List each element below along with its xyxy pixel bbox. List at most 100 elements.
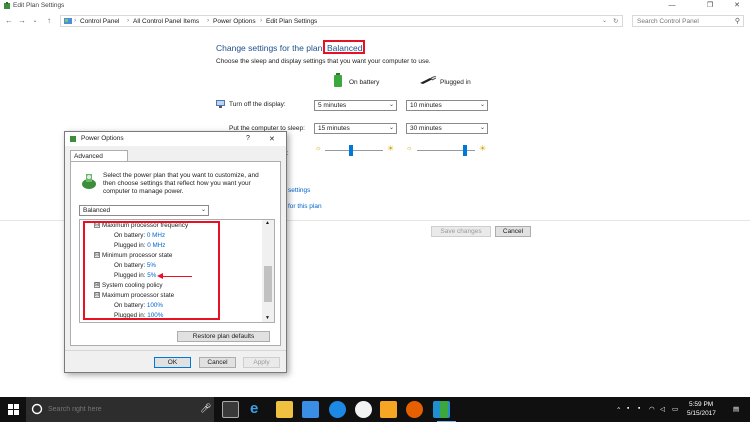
scroll-up-icon[interactable]: ▲ — [265, 220, 270, 226]
brightness-battery-slider[interactable] — [325, 145, 383, 156]
breadcrumb-all-items[interactable]: All Control Panel Items — [133, 18, 199, 25]
window-titlebar: Edit Plan Settings — ❐ ✕ — [0, 0, 750, 13]
window-title: Edit Plan Settings — [13, 2, 65, 9]
chevron-down-icon[interactable]: ⌄ — [602, 17, 607, 24]
notification-icon[interactable]: ▤ — [733, 405, 739, 413]
control-panel-icon — [64, 18, 72, 24]
display-plugged-select[interactable]: 10 minutes ⌄ — [406, 100, 488, 111]
breadcrumb-power-options[interactable]: Power Options — [213, 18, 256, 25]
power-options-icon — [70, 136, 76, 142]
page-heading: Change settings for the plan: — [216, 43, 325, 53]
file-explorer-icon[interactable] — [276, 401, 293, 418]
dialog-description: Select the power plan that you want to c… — [103, 172, 259, 195]
volume-icon[interactable]: ◁ — [660, 405, 665, 413]
advanced-settings-link[interactable]: settings — [288, 187, 310, 194]
back-arrow-icon[interactable]: ← — [4, 16, 14, 26]
calculator-icon[interactable] — [222, 401, 239, 418]
ok-button[interactable]: OK — [154, 357, 191, 368]
dialog-title: Power Options — [81, 135, 124, 142]
breadcrumb-separator-icon: › — [127, 17, 130, 24]
breadcrumb[interactable]: › Control Panel › All Control Panel Item… — [60, 15, 623, 27]
up-arrow-icon[interactable]: ↑ — [44, 16, 54, 26]
chevron-down-icon: ⌄ — [388, 125, 394, 131]
breadcrumb-separator-icon: › — [74, 17, 77, 24]
divider — [65, 350, 286, 351]
cancel-button[interactable]: Cancel — [495, 226, 531, 237]
network-icon[interactable]: ▭ — [672, 405, 678, 413]
display-battery-value: 5 minutes — [318, 102, 347, 109]
tree-scrollbar[interactable]: ▲ ▼ — [262, 220, 274, 322]
taskbar-search[interactable]: 🎤︎ — [26, 397, 214, 422]
recent-locations-icon[interactable]: ⌄ — [30, 16, 40, 26]
sleep-battery-select[interactable]: 15 minutes ⌄ — [314, 123, 397, 134]
search-box[interactable]: ⚲ — [632, 15, 744, 27]
plan-name: Balanced — [327, 43, 363, 53]
breadcrumb-control-panel[interactable]: Control Panel — [80, 18, 119, 25]
apply-button[interactable]: Apply — [243, 357, 280, 368]
fox-app-icon[interactable] — [380, 401, 397, 418]
tree-group-label: Display — [102, 322, 123, 323]
brightness-high-icon: ☀ — [387, 144, 395, 153]
annotation-arrow — [162, 276, 192, 277]
people-icon[interactable]: ⌃ — [616, 406, 621, 414]
tree-group[interactable]: ⊞Display — [94, 322, 123, 323]
search-icon: ⚲ — [734, 18, 740, 25]
chevron-down-icon: ⌄ — [200, 207, 206, 213]
maximize-button[interactable]: ❐ — [699, 0, 721, 13]
microphone-icon[interactable]: 🎤︎ — [200, 403, 211, 414]
close-button[interactable]: ✕ — [726, 0, 748, 13]
slider-thumb[interactable] — [463, 145, 467, 156]
column-header-on-battery: On battery — [349, 79, 380, 86]
app-icon[interactable] — [355, 401, 372, 418]
brightness-low-icon: ☼ — [315, 145, 322, 152]
clock-date[interactable]: 5/15/2017 — [687, 410, 716, 417]
plan-select[interactable]: Balanced ⌄ — [79, 205, 209, 216]
tray-app-icon[interactable]: ▪ — [627, 405, 629, 412]
firefox-icon[interactable] — [406, 401, 423, 418]
scroll-down-icon[interactable]: ▼ — [265, 315, 270, 321]
help-button[interactable]: ? — [246, 135, 250, 142]
remote-desktop-icon[interactable] — [302, 401, 319, 418]
app-icon[interactable] — [329, 401, 346, 418]
page-subtitle: Choose the sleep and display settings th… — [216, 58, 431, 65]
power-options-icon — [4, 2, 10, 9]
chevron-down-icon: ⌄ — [479, 125, 485, 131]
breadcrumb-edit-plan[interactable]: Edit Plan Settings — [266, 18, 317, 25]
display-plugged-value: 10 minutes — [410, 102, 442, 109]
edge-icon[interactable]: e — [250, 400, 258, 417]
sleep-plugged-value: 30 minutes — [410, 125, 442, 132]
refresh-icon[interactable]: ↻ — [613, 17, 618, 25]
breadcrumb-separator-icon: › — [260, 17, 263, 24]
minimize-button[interactable]: — — [661, 0, 683, 13]
highlight-box — [83, 221, 220, 320]
plan-select-value: Balanced — [83, 207, 111, 214]
scrollbar-thumb[interactable] — [264, 266, 272, 302]
clock-time[interactable]: 5:59 PM — [689, 401, 713, 408]
dialog-cancel-button[interactable]: Cancel — [199, 357, 236, 368]
wifi-icon[interactable]: ◠ — [649, 405, 655, 413]
slider-track — [325, 150, 383, 151]
power-options-icon[interactable] — [440, 401, 448, 418]
expander-icon[interactable]: ⊞ — [94, 322, 100, 323]
restore-plan-defaults-button[interactable]: Restore plan defaults — [177, 331, 270, 342]
windows-start-icon[interactable] — [0, 397, 26, 422]
tray-app-icon[interactable]: ▪ — [638, 405, 640, 412]
brightness-plugged-slider[interactable] — [417, 145, 475, 156]
taskbar-search-input[interactable] — [48, 404, 198, 415]
forward-arrow-icon[interactable]: → — [17, 16, 27, 26]
plug-icon — [420, 76, 437, 84]
taskbar: 🎤︎ e ⌃ ▪ ▪ ◠ ◁ ▭ 5:59 PM 5/15/2017 ▤ — [0, 397, 750, 422]
display-battery-select[interactable]: 5 minutes ⌄ — [314, 100, 397, 111]
dialog-close-button[interactable]: ✕ — [269, 135, 275, 143]
brightness-high-icon: ☀ — [479, 144, 487, 153]
cortana-icon — [31, 403, 43, 415]
save-changes-button[interactable]: Save changes — [431, 226, 491, 237]
restore-defaults-link[interactable]: for this plan — [288, 203, 322, 210]
sleep-plugged-select[interactable]: 30 minutes ⌄ — [406, 123, 488, 134]
slider-thumb[interactable] — [349, 145, 353, 156]
monitor-icon — [216, 100, 225, 108]
search-input[interactable] — [633, 16, 729, 26]
annotation-arrow-head — [157, 273, 163, 279]
brightness-low-icon: ☼ — [406, 145, 413, 152]
chevron-down-icon: ⌄ — [388, 102, 394, 108]
